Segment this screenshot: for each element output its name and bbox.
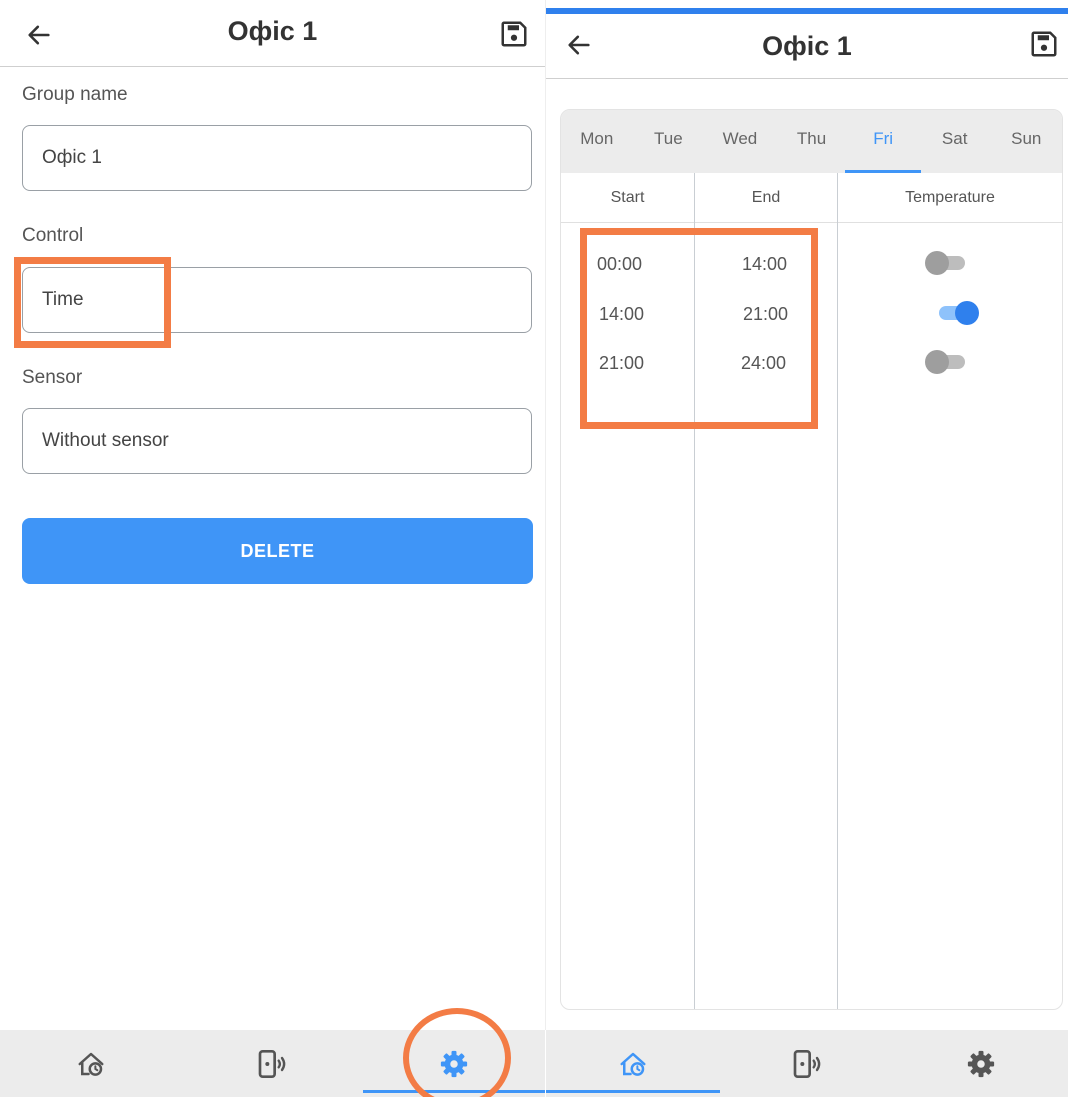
- schedule-card: Mon Tue Wed Thu Fri Sat Sun Start End Te…: [560, 109, 1063, 1010]
- floppy-disk-icon: [1031, 31, 1057, 57]
- top-app-bar: Офіс 1: [0, 0, 545, 67]
- nav-settings[interactable]: [363, 1030, 545, 1097]
- save-button[interactable]: [498, 18, 530, 50]
- bottom-navigation: [0, 1030, 545, 1097]
- temperature-column-header: Temperature: [905, 189, 995, 206]
- control-value: Time: [42, 289, 84, 310]
- tab-tue[interactable]: Tue: [633, 110, 705, 173]
- column-headers: Start End Temperature: [561, 173, 1062, 223]
- row-2-temperature-toggle[interactable]: [935, 301, 979, 325]
- nav-devices[interactable]: [182, 1030, 364, 1097]
- column-divider: [837, 173, 838, 1009]
- nav-home-schedule[interactable]: [0, 1030, 182, 1097]
- phone-signal-icon: [793, 1049, 821, 1078]
- group-settings-screen: Офіс 1 Group name Офіс 1 Control Time Se…: [0, 0, 545, 1097]
- tab-sat[interactable]: Sat: [919, 110, 991, 173]
- schedule-screen: Офіс 1 Mon Tue Wed Thu Fri Sat Sun Start…: [546, 0, 1068, 1097]
- group-name-field[interactable]: Офіс 1: [22, 125, 532, 191]
- active-tab-indicator: [363, 1090, 545, 1093]
- gear-icon: [440, 1050, 468, 1077]
- save-button[interactable]: [1028, 28, 1060, 60]
- row-3-temperature-toggle[interactable]: [925, 350, 969, 374]
- page-title: Офіс 1: [762, 31, 852, 61]
- row-2-end[interactable]: 21:00: [743, 304, 788, 325]
- group-name-label: Group name: [22, 84, 128, 105]
- tab-fri[interactable]: Fri: [845, 110, 921, 173]
- home-clock-icon: [620, 1052, 646, 1076]
- tab-sun[interactable]: Sun: [990, 110, 1062, 173]
- column-divider: [694, 173, 695, 1009]
- tab-thu[interactable]: Thu: [776, 110, 848, 173]
- row-1-start[interactable]: 00:00: [597, 254, 642, 275]
- page-title: Офіс 1: [227, 16, 318, 46]
- row-3-end[interactable]: 24:00: [741, 353, 786, 374]
- floppy-disk-icon: [501, 21, 527, 47]
- end-column-header: End: [751, 189, 781, 206]
- sensor-value: Without sensor: [42, 430, 169, 451]
- home-clock-icon: [78, 1052, 104, 1076]
- phone-signal-icon: [259, 1049, 286, 1078]
- row-2-start[interactable]: 14:00: [599, 304, 644, 325]
- bottom-navigation: [546, 1030, 1068, 1097]
- sensor-select[interactable]: Without sensor: [22, 408, 532, 474]
- row-1-temperature-toggle[interactable]: [925, 251, 969, 275]
- start-column-header: Start: [610, 189, 645, 206]
- delete-button[interactable]: DELETE: [22, 518, 533, 584]
- sensor-label: Sensor: [22, 367, 83, 388]
- tab-wed[interactable]: Wed: [704, 110, 776, 173]
- nav-devices[interactable]: [720, 1030, 894, 1097]
- top-app-bar: Офіс 1: [546, 14, 1068, 79]
- group-name-value: Офіс 1: [42, 147, 102, 168]
- tab-mon[interactable]: Mon: [561, 110, 633, 173]
- row-3-start[interactable]: 21:00: [599, 353, 644, 374]
- row-1-end[interactable]: 14:00: [742, 254, 787, 275]
- control-select[interactable]: Time: [22, 267, 532, 333]
- active-tab-indicator: [546, 1090, 720, 1093]
- control-label: Control: [22, 225, 84, 246]
- gear-icon: [967, 1050, 995, 1077]
- nav-home-schedule[interactable]: [546, 1030, 720, 1097]
- nav-settings[interactable]: [894, 1030, 1068, 1097]
- day-tabs: Mon Tue Wed Thu Fri Sat Sun: [561, 110, 1062, 173]
